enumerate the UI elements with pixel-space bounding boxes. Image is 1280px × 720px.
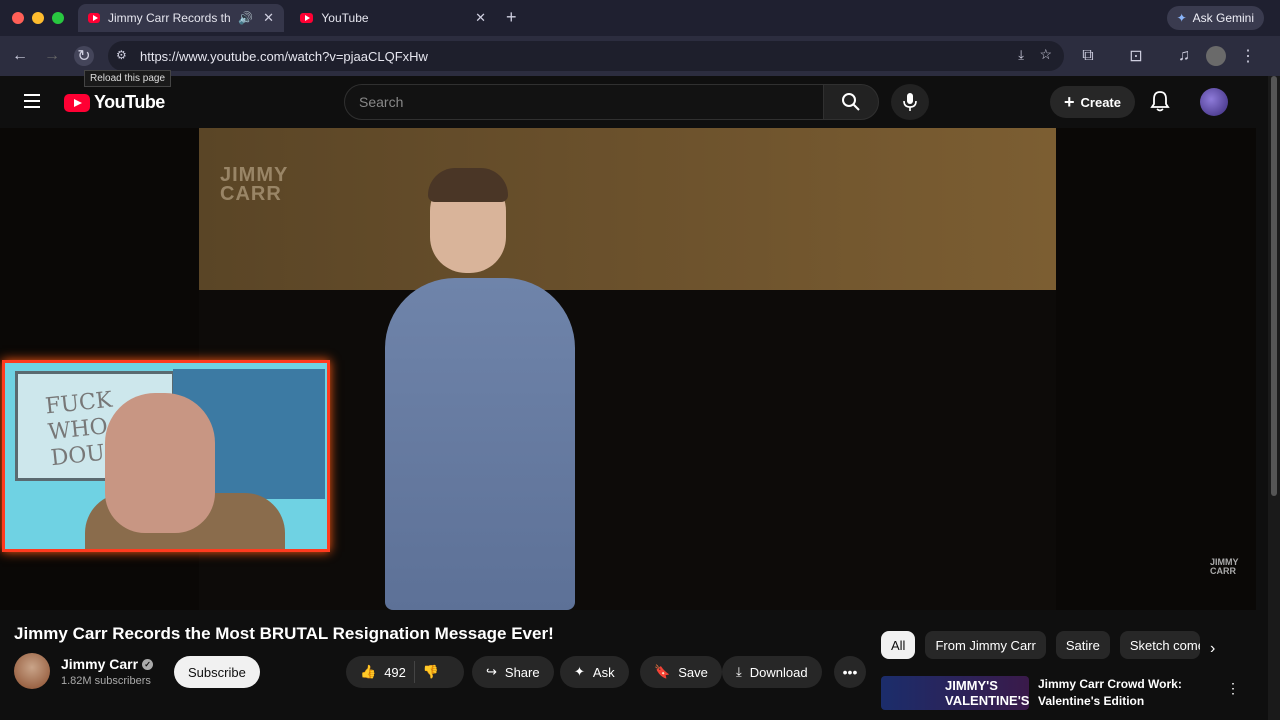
tab-title: YouTube bbox=[321, 11, 369, 25]
scrollbar-thumb[interactable] bbox=[1271, 76, 1277, 496]
site-settings-icon[interactable]: ⚙ bbox=[116, 48, 127, 62]
channel-avatar[interactable] bbox=[14, 653, 50, 689]
create-label: Create bbox=[1080, 94, 1121, 110]
stage-backdrop bbox=[199, 128, 1056, 290]
channel-name-label: Jimmy Carr bbox=[61, 656, 139, 672]
recommendation-menu-icon[interactable]: ⋮ bbox=[1226, 680, 1240, 697]
tab-search-icon[interactable]: ⊡ bbox=[1126, 46, 1146, 66]
subscribe-button[interactable]: Subscribe bbox=[174, 656, 260, 688]
like-dislike-group: 👍 492 👎 bbox=[346, 656, 464, 688]
url-text[interactable]: https://www.youtube.com/watch?v=pjaaCLQF… bbox=[140, 49, 428, 64]
reload-tooltip: Reload this page bbox=[84, 70, 172, 87]
audio-playing-icon[interactable]: 🔊 bbox=[238, 11, 253, 25]
tab-youtube[interactable]: YouTube ✕ bbox=[290, 4, 496, 32]
recommendation-title[interactable]: Jimmy Carr Crowd Work: Valentine's Editi… bbox=[1038, 676, 1218, 710]
search-box[interactable] bbox=[344, 84, 824, 120]
chip-satire[interactable]: Satire bbox=[1055, 631, 1110, 659]
webcam-overlay: FUCK WHO DOUBT bbox=[2, 360, 330, 552]
thumbs-down-icon[interactable]: 👎 bbox=[423, 664, 439, 680]
like-count[interactable]: 492 bbox=[384, 665, 406, 680]
search-input[interactable] bbox=[345, 94, 823, 110]
browser-menu-icon[interactable]: ⋮ bbox=[1238, 46, 1258, 66]
subscriber-count: 1.82M subscribers bbox=[61, 675, 151, 687]
share-arrow-icon: ↪ bbox=[486, 664, 497, 679]
gemini-sparkle-icon: ✦ bbox=[1176, 11, 1187, 25]
youtube-logo[interactable]: YouTube bbox=[64, 92, 165, 113]
related-filter-chips: All From Jimmy Carr Satire Sketch come bbox=[881, 631, 1200, 659]
plus-icon: + bbox=[1064, 91, 1075, 112]
extensions-icon[interactable]: ⧉ bbox=[1078, 46, 1098, 66]
search-icon bbox=[842, 93, 860, 111]
like-divider bbox=[413, 661, 415, 683]
channel-watermark[interactable]: JIMMY CARR bbox=[1210, 558, 1239, 576]
download-label: Download bbox=[749, 664, 808, 680]
forward-arrow-icon[interactable]: → bbox=[42, 46, 62, 66]
verified-check-icon: ✓ bbox=[142, 658, 154, 670]
share-button[interactable]: ↪ Share bbox=[472, 656, 554, 688]
voice-search-button[interactable] bbox=[891, 84, 929, 120]
browser-toolbar: ← → ↻ ⚙ https://www.youtube.com/watch?v=… bbox=[0, 36, 1280, 76]
youtube-header: YouTube + Create bbox=[0, 76, 1280, 128]
minimize-window-button[interactable] bbox=[32, 12, 44, 24]
tab-title: Jimmy Carr Records the M bbox=[107, 11, 231, 25]
youtube-wordmark: YouTube bbox=[94, 92, 165, 112]
profile-avatar-icon[interactable] bbox=[1206, 46, 1226, 66]
bookmark-icon: 🔖 bbox=[654, 664, 671, 679]
search-button[interactable] bbox=[823, 84, 879, 120]
ask-gemini-button[interactable]: ✦ Ask Gemini bbox=[1166, 6, 1264, 30]
chevron-right-icon[interactable]: › bbox=[1210, 640, 1215, 658]
chip-all[interactable]: All bbox=[881, 631, 916, 659]
video-player[interactable]: JIMMY CARR JIMMY CARR FUCK WHO DOUBT bbox=[0, 128, 1256, 610]
download-button[interactable]: ⤓ Download bbox=[722, 656, 822, 688]
streamer-face bbox=[105, 393, 215, 533]
microphone-icon bbox=[903, 93, 917, 111]
new-tab-button[interactable]: + bbox=[506, 7, 517, 28]
save-label: Save bbox=[678, 664, 708, 680]
thumbs-up-icon[interactable]: 👍 bbox=[360, 664, 376, 680]
youtube-play-icon bbox=[64, 93, 90, 112]
reload-icon[interactable]: ↻ bbox=[74, 46, 94, 66]
page-scrollbar[interactable] bbox=[1268, 76, 1280, 720]
notifications-bell-icon[interactable] bbox=[1150, 90, 1170, 117]
media-controls-icon[interactable]: ♫ bbox=[1174, 46, 1194, 66]
more-actions-icon[interactable]: ••• bbox=[834, 656, 866, 688]
back-arrow-icon[interactable]: ← bbox=[10, 46, 30, 66]
save-button[interactable]: 🔖 Save bbox=[640, 656, 722, 688]
ask-gemini-label: Ask Gemini bbox=[1192, 11, 1254, 25]
close-tab-icon[interactable]: ✕ bbox=[475, 10, 486, 26]
ask-label: Ask bbox=[592, 664, 615, 680]
menu-icon[interactable] bbox=[24, 94, 40, 108]
channel-name[interactable]: Jimmy Carr ✓ bbox=[61, 656, 154, 672]
video-details: Jimmy Carr Records the Most BRUTAL Resig… bbox=[0, 610, 1256, 720]
sparkle-icon: ✦ bbox=[574, 664, 585, 679]
share-label: Share bbox=[504, 664, 540, 680]
maximize-window-button[interactable] bbox=[52, 12, 64, 24]
close-window-button[interactable] bbox=[12, 12, 24, 24]
bookmark-star-icon[interactable]: ☆ bbox=[1039, 46, 1052, 63]
ask-button[interactable]: ✦ Ask bbox=[560, 656, 629, 688]
chip-sketch-comedy[interactable]: Sketch come bbox=[1119, 631, 1200, 659]
comedian-hair bbox=[428, 168, 508, 202]
tab-video[interactable]: Jimmy Carr Records the M 🔊 ✕ bbox=[78, 4, 284, 32]
chip-from-jimmy-carr[interactable]: From Jimmy Carr bbox=[925, 631, 1046, 659]
close-tab-icon[interactable]: ✕ bbox=[263, 10, 274, 26]
video-title: Jimmy Carr Records the Most BRUTAL Resig… bbox=[14, 624, 554, 643]
jimmy-carr-logo: JIMMY CARR bbox=[220, 164, 289, 205]
youtube-favicon-icon bbox=[88, 13, 100, 23]
browser-tab-bar: Jimmy Carr Records the M 🔊 ✕ YouTube ✕ +… bbox=[0, 0, 1280, 36]
youtube-favicon-icon bbox=[300, 13, 314, 23]
create-button[interactable]: + Create bbox=[1050, 86, 1135, 118]
comedian-figure bbox=[385, 278, 575, 610]
install-app-icon[interactable]: ⤓ bbox=[1018, 47, 1024, 63]
address-bar[interactable]: ⚙ https://www.youtube.com/watch?v=pjaaCL… bbox=[108, 41, 1064, 71]
user-avatar[interactable] bbox=[1200, 88, 1228, 116]
recommendation-thumbnail[interactable]: JIMMY'S VALENTINE'S bbox=[881, 676, 1029, 710]
window-controls bbox=[12, 12, 64, 24]
download-icon: ⤓ bbox=[736, 664, 742, 679]
